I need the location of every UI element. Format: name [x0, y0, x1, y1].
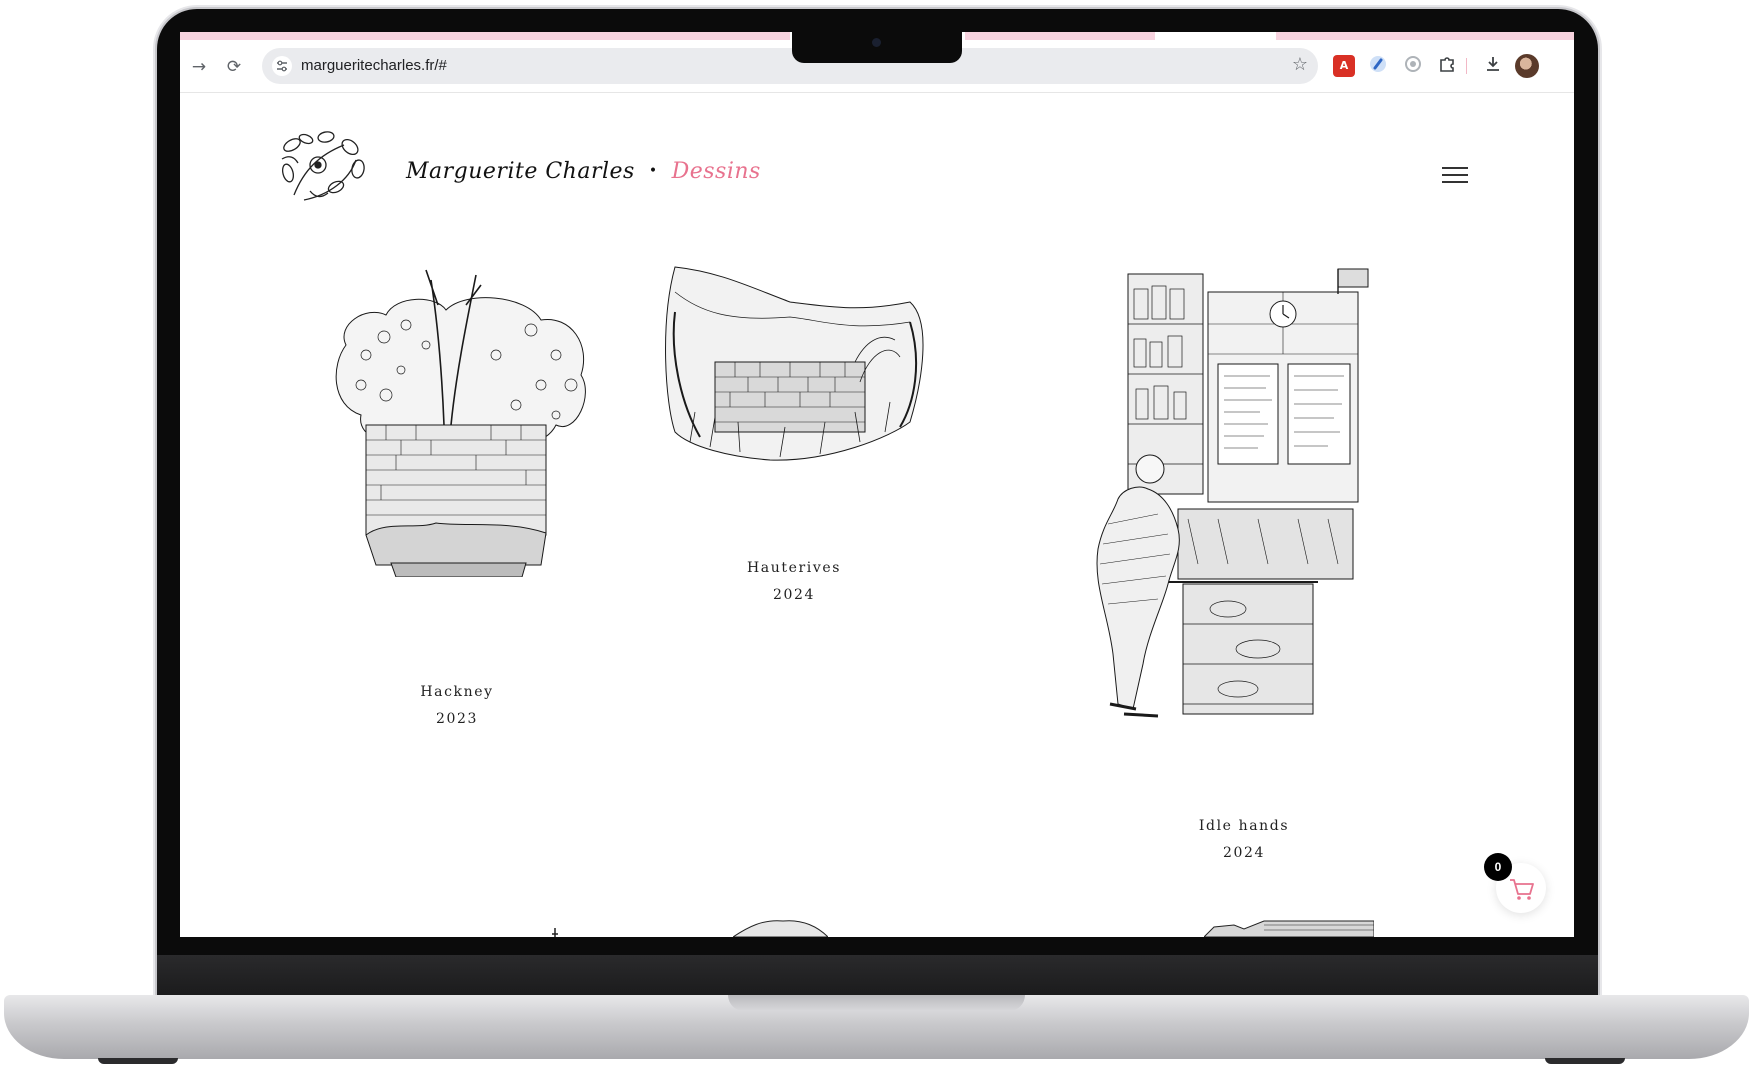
- tune-icon[interactable]: [272, 56, 292, 76]
- reload-button[interactable]: ⟳: [223, 56, 245, 78]
- artwork-title[interactable]: Hauterives: [694, 555, 894, 582]
- brand-separator: •: [648, 163, 658, 179]
- screen: → ⟳ margueritecharles.fr/# ☆ A Marguerit…: [180, 32, 1574, 937]
- laptop-chin: [157, 955, 1598, 999]
- artwork-hauterives[interactable]: [660, 262, 930, 464]
- address-bar[interactable]: margueritecharles.fr/# ☆: [262, 48, 1318, 84]
- star-icon[interactable]: ☆: [1292, 54, 1308, 75]
- artwork-partial[interactable]: [732, 917, 829, 937]
- puzzle-icon[interactable]: [1436, 55, 1458, 77]
- download-icon[interactable]: [1482, 55, 1504, 77]
- laptop-foot: [1545, 1058, 1625, 1064]
- website-page: Marguerite Charles • Dessins Hackney 202…: [180, 93, 1574, 937]
- toolbar-divider: [1466, 58, 1467, 74]
- camera-notch: [792, 32, 962, 63]
- artwork-caption: Hauterives 2024: [694, 555, 894, 609]
- menu-icon[interactable]: [1442, 167, 1468, 183]
- floral-logo-icon[interactable]: [274, 125, 370, 211]
- artwork-partial[interactable]: [550, 925, 560, 937]
- profile-avatar[interactable]: [1515, 54, 1539, 78]
- browser-tab[interactable]: [180, 32, 790, 40]
- blue-extension-icon[interactable]: [1367, 55, 1389, 77]
- artwork-year: 2024: [772, 587, 816, 603]
- cart-count-badge: 0: [1484, 853, 1512, 881]
- laptop-opening-groove: [728, 995, 1025, 1011]
- artwork-year: 2024: [1222, 845, 1266, 861]
- brand-section: Dessins: [671, 159, 761, 184]
- url-text[interactable]: margueritecharles.fr/#: [301, 57, 447, 74]
- artwork-caption: Hackney 2023: [357, 679, 557, 733]
- camera-icon: [872, 38, 881, 47]
- artwork-hackney[interactable]: [326, 265, 592, 578]
- brand-name: Marguerite Charles: [406, 159, 635, 184]
- artwork-title[interactable]: Idle hands: [1144, 813, 1344, 840]
- artwork-partial[interactable]: [1203, 919, 1375, 937]
- artwork-caption: Idle hands 2024: [1144, 813, 1344, 867]
- artwork-title[interactable]: Hackney: [357, 679, 557, 706]
- browser-tab[interactable]: [1276, 32, 1574, 40]
- gray-extension-icon[interactable]: [1402, 55, 1424, 77]
- artwork-year: 2023: [435, 711, 479, 727]
- forward-button[interactable]: →: [188, 56, 210, 78]
- laptop-foot: [98, 1058, 178, 1064]
- pdf-extension-icon[interactable]: A: [1333, 55, 1355, 77]
- site-brand[interactable]: Marguerite Charles • Dessins: [406, 159, 761, 184]
- browser-tab[interactable]: [965, 32, 1155, 40]
- artwork-idle-hands[interactable]: [1088, 264, 1380, 726]
